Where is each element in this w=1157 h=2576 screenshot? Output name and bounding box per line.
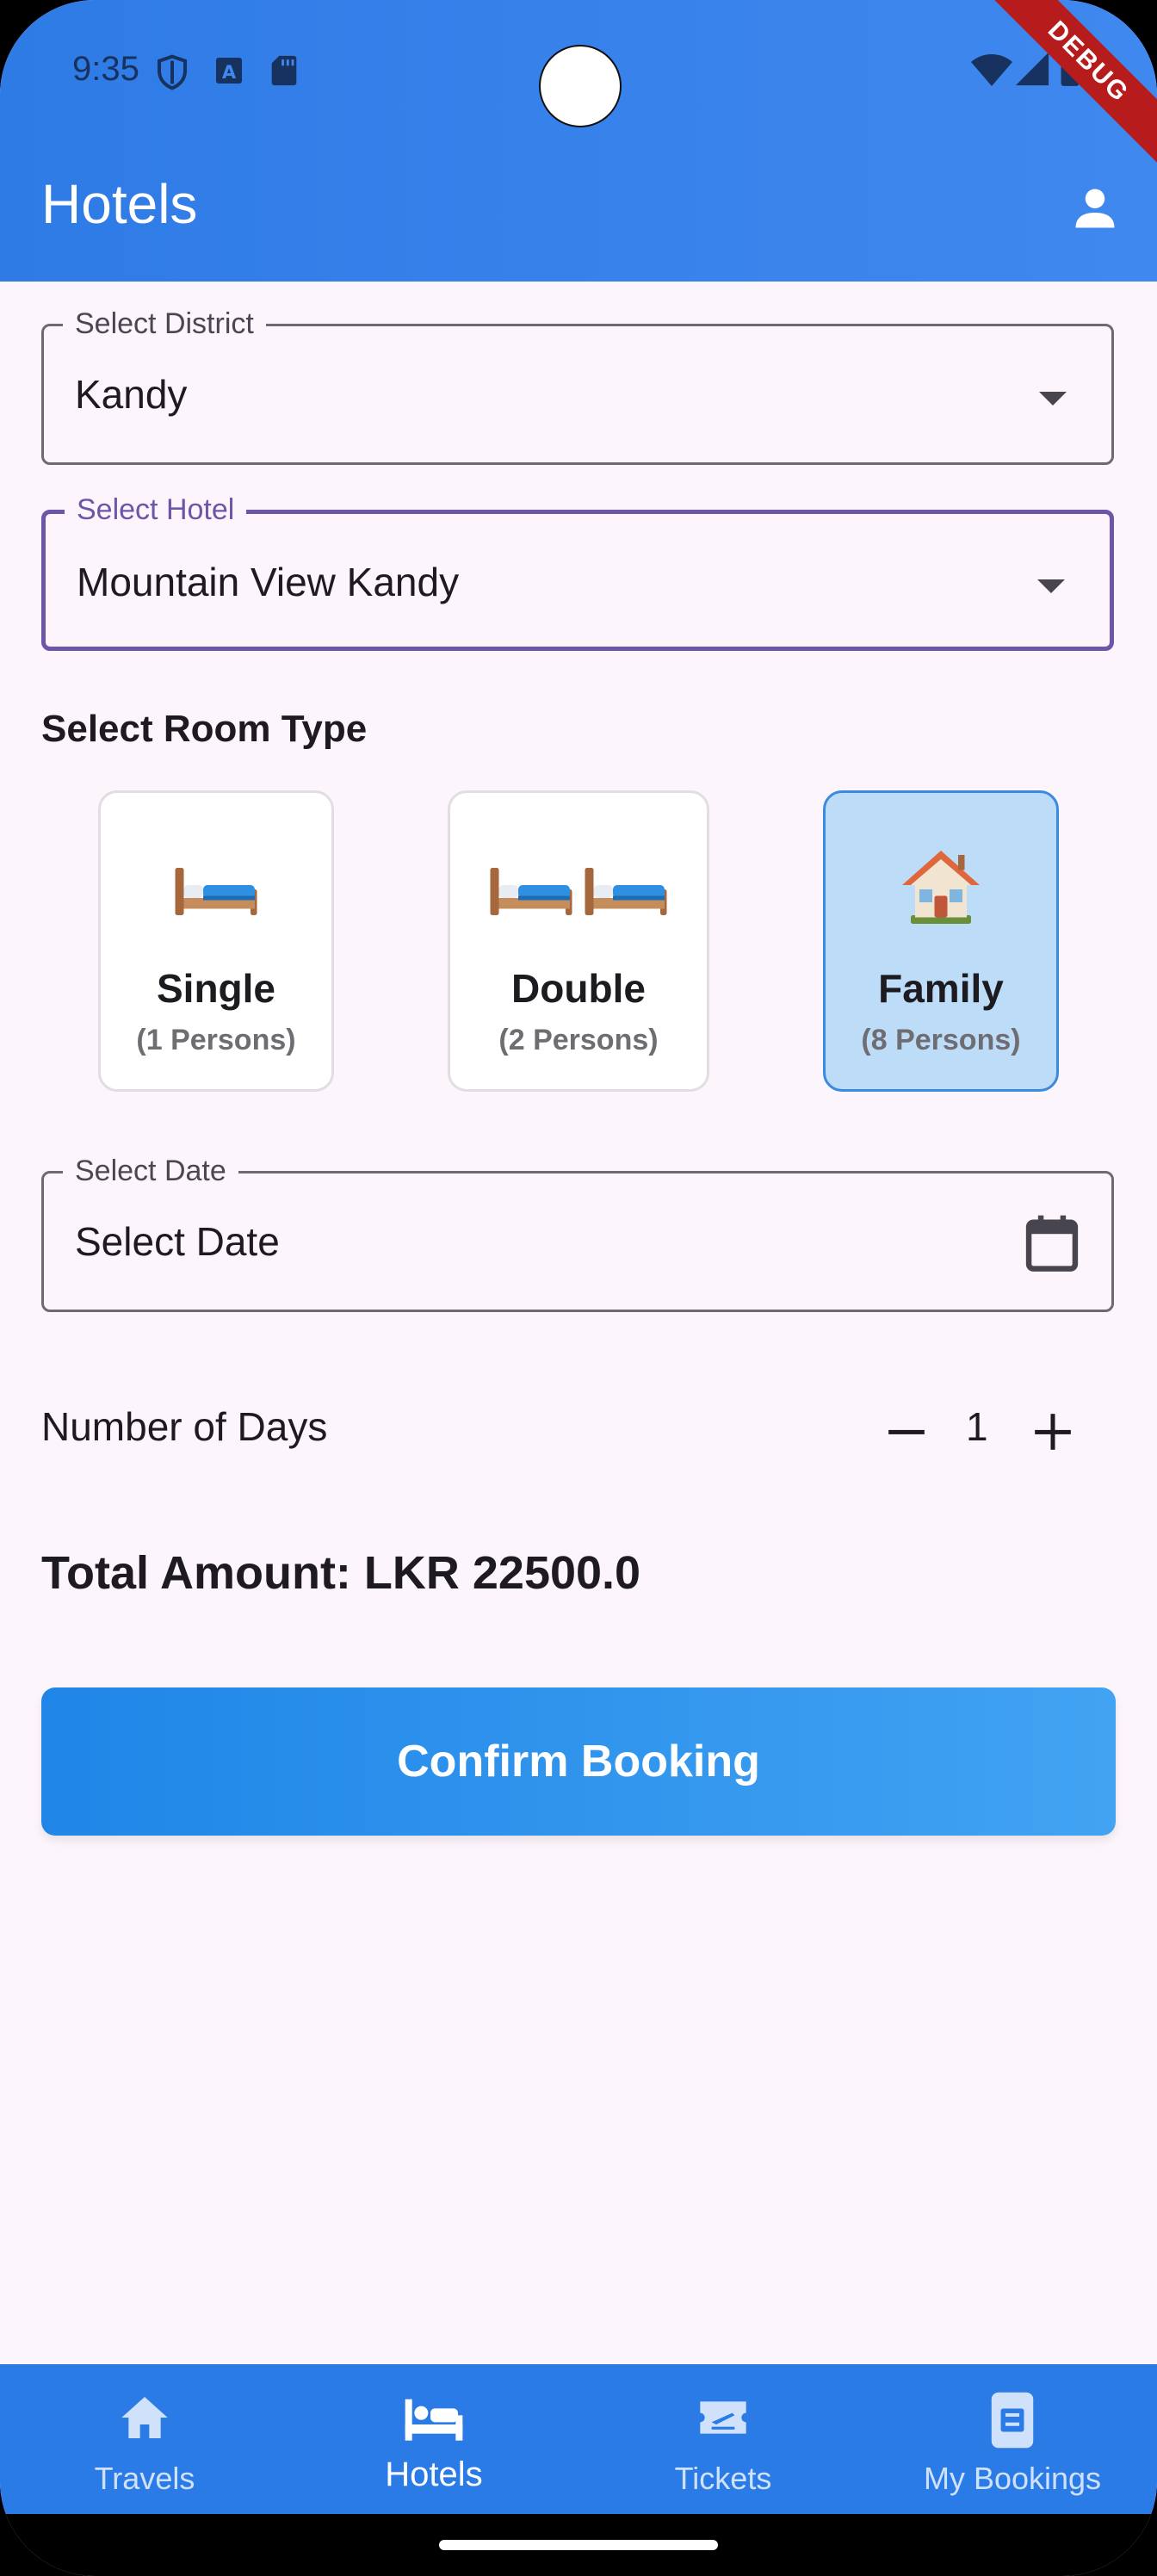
minus-icon[interactable]: [885, 1410, 928, 1453]
nav-item-tickets[interactable]: Tickets: [578, 2364, 868, 2514]
date-label: Select Date: [63, 1155, 238, 1188]
confirm-booking-button[interactable]: Confirm Booking: [41, 1687, 1116, 1836]
days-label: Number of Days: [41, 1404, 328, 1449]
nav-label: My Bookings: [923, 2461, 1102, 2496]
home-icon: [0, 2390, 289, 2450]
calendar-icon[interactable]: [1024, 1213, 1080, 1273]
svg-text:A: A: [222, 62, 237, 83]
ticket-icon: [578, 2390, 868, 2450]
room-name: Double: [511, 966, 646, 1011]
room-type-heading: Select Room Type: [41, 708, 368, 750]
plus-icon[interactable]: [1031, 1410, 1074, 1453]
bookings-icon: [868, 2390, 1157, 2450]
date-field[interactable]: Select Date Select Date: [41, 1155, 1114, 1312]
gesture-bar: [0, 2514, 1157, 2576]
district-dropdown[interactable]: Select District Kandy: [41, 307, 1114, 465]
app-bar: 9:35 A DEBUG Hotels: [0, 0, 1157, 282]
nav-label: Travels: [94, 2461, 195, 2496]
double-bed-icon: [450, 838, 707, 932]
cellular-signal-icon: [1015, 52, 1049, 86]
shield-icon: [158, 54, 187, 90]
nav-item-travels[interactable]: Travels: [0, 2364, 289, 2514]
chevron-down-icon: [1039, 392, 1067, 406]
room-persons: (8 Persons): [861, 1024, 1021, 1056]
room-name: Single: [156, 966, 276, 1011]
hotel-value: Mountain View Kandy: [77, 560, 460, 604]
chevron-down-icon: [1037, 579, 1065, 593]
hotel-dropdown[interactable]: Select Hotel Mountain View Kandy: [41, 493, 1114, 651]
page-title: Hotels: [41, 173, 198, 235]
front-camera: [539, 45, 622, 127]
nav-label: Tickets: [674, 2461, 772, 2496]
nav-label: Hotels: [385, 2455, 483, 2493]
date-value: Select Date: [75, 1219, 280, 1264]
sd-card-icon: [271, 55, 297, 86]
hotel-icon: [289, 2390, 578, 2450]
district-value: Kandy: [75, 372, 188, 417]
room-card-double[interactable]: Double (2 Persons): [448, 790, 709, 1092]
house-icon: [826, 838, 1056, 932]
status-time: 9:35: [72, 50, 139, 88]
nav-item-my-bookings[interactable]: My Bookings: [868, 2364, 1157, 2514]
app-screen: 9:35 A DEBUG Hotels Select District Kand…: [0, 0, 1157, 2576]
room-name: Family: [878, 966, 1004, 1011]
bottom-nav: Travels Hotels Tickets My Bookings: [0, 2364, 1157, 2514]
days-value: 1: [966, 1404, 988, 1449]
person-icon[interactable]: [1069, 183, 1121, 234]
room-card-family[interactable]: Family (8 Persons): [823, 790, 1059, 1092]
total-amount: Total Amount: LKR 22500.0: [41, 1547, 641, 1599]
district-label: Select District: [63, 307, 266, 341]
home-gesture-handle[interactable]: [439, 2540, 718, 2550]
room-persons: (2 Persons): [498, 1024, 659, 1056]
hotel-label: Select Hotel: [65, 493, 247, 527]
room-card-single[interactable]: Single (1 Persons): [98, 790, 334, 1092]
wifi-icon: [971, 54, 1012, 86]
keyboard-app-icon: A: [216, 58, 242, 84]
bed-icon: [101, 838, 331, 932]
nav-item-hotels[interactable]: Hotels: [289, 2364, 578, 2514]
room-persons: (1 Persons): [136, 1024, 296, 1056]
